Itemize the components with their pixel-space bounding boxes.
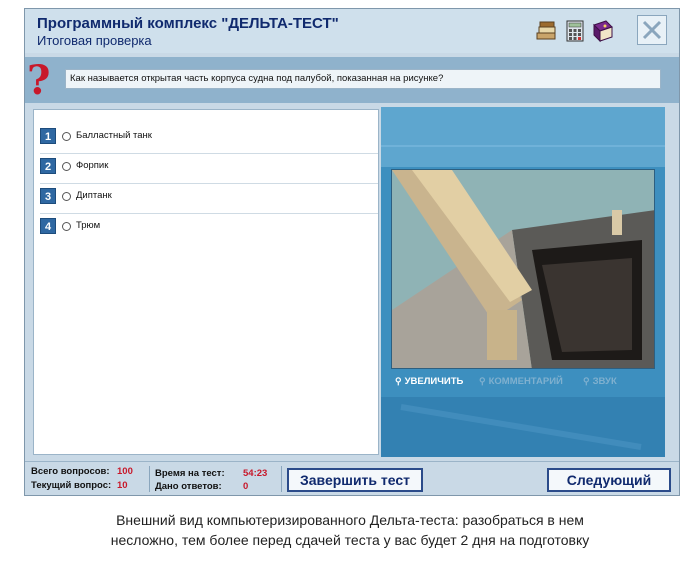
magnifier-icon: ⚲ xyxy=(479,376,486,386)
answer-option-2[interactable]: 2 Форпик xyxy=(40,154,378,184)
current-question-value: 10 xyxy=(117,480,128,491)
app-title: Программный комплекс "ДЕЛЬТА-ТЕСТ" xyxy=(37,15,339,32)
calculator-icon[interactable] xyxy=(563,19,587,43)
figure-caption: Внешний вид компьютеризированного Дельта… xyxy=(0,510,700,550)
title-bar: Программный комплекс "ДЕЛЬТА-ТЕСТ" Итого… xyxy=(25,9,679,53)
sound-button[interactable]: ⚲ ЗВУК xyxy=(583,373,643,389)
answer-radio[interactable] xyxy=(62,132,71,141)
answer-option-1[interactable]: 1 Балластный танк xyxy=(40,124,378,154)
current-question-label: Текущий вопрос: xyxy=(31,480,112,491)
image-toolbar: ⚲ УВЕЛИЧИТЬ ⚲ КОММЕНТАРИЙ ⚲ ЗВУК xyxy=(391,373,655,389)
answer-number: 4 xyxy=(40,218,56,234)
image-panel: ⚲ УВЕЛИЧИТЬ ⚲ КОММЕНТАРИЙ ⚲ ЗВУК xyxy=(381,107,665,457)
ship-hold-photo[interactable] xyxy=(391,169,655,369)
answer-number: 1 xyxy=(40,128,56,144)
zoom-button[interactable]: ⚲ УВЕЛИЧИТЬ xyxy=(395,373,473,389)
answer-option-3[interactable]: 3 Диптанк xyxy=(40,184,378,214)
answer-radio[interactable] xyxy=(62,162,71,171)
time-label: Время на тест: xyxy=(155,468,225,479)
time-value: 54:23 xyxy=(243,468,268,479)
close-icon xyxy=(642,20,662,40)
answered-value: 0 xyxy=(243,481,249,492)
answered-label: Дано ответов: xyxy=(155,481,222,492)
answer-radio[interactable] xyxy=(62,222,71,231)
finish-test-button[interactable]: Завершить тест xyxy=(287,468,423,492)
answer-label[interactable]: Форпик xyxy=(76,160,108,171)
app-subtitle: Итоговая проверка xyxy=(37,33,152,48)
caption-line-2: несложно, тем более перед сдачей теста у… xyxy=(110,532,590,548)
magnifier-icon: ⚲ xyxy=(395,376,402,386)
answer-number: 2 xyxy=(40,158,56,174)
answer-radio[interactable] xyxy=(62,192,71,201)
app-window: Программный комплекс "ДЕЛЬТА-ТЕСТ" Итого… xyxy=(24,8,680,496)
book-stack-icon[interactable] xyxy=(535,19,559,43)
total-questions-label: Всего вопросов: xyxy=(31,466,110,477)
divider xyxy=(281,466,282,492)
magnifier-icon: ⚲ xyxy=(583,376,590,386)
answer-label[interactable]: Трюм xyxy=(76,220,100,231)
status-bar: Всего вопросов: 100 Текущий вопрос: 10 В… xyxy=(25,461,679,495)
dictionary-icon[interactable] xyxy=(591,19,615,43)
total-questions-value: 100 xyxy=(117,466,133,477)
next-button[interactable]: Следующий xyxy=(547,468,671,492)
close-button[interactable] xyxy=(637,15,667,45)
caption-line-1: Внешний вид компьютеризированного Дельта… xyxy=(116,512,584,528)
answer-option-4[interactable]: 4 Трюм xyxy=(40,214,378,244)
divider xyxy=(149,466,150,492)
answer-label[interactable]: Балластный танк xyxy=(76,130,152,141)
comment-button[interactable]: ⚲ КОММЕНТАРИЙ xyxy=(479,373,577,389)
answer-number: 3 xyxy=(40,188,56,204)
question-text: Как называется открытая часть корпуса су… xyxy=(65,69,661,89)
answer-list: 1 Балластный танк 2 Форпик 3 Диптанк 4 Т… xyxy=(33,109,379,455)
answer-label[interactable]: Диптанк xyxy=(76,190,112,201)
question-mark-icon: ? xyxy=(27,57,51,104)
